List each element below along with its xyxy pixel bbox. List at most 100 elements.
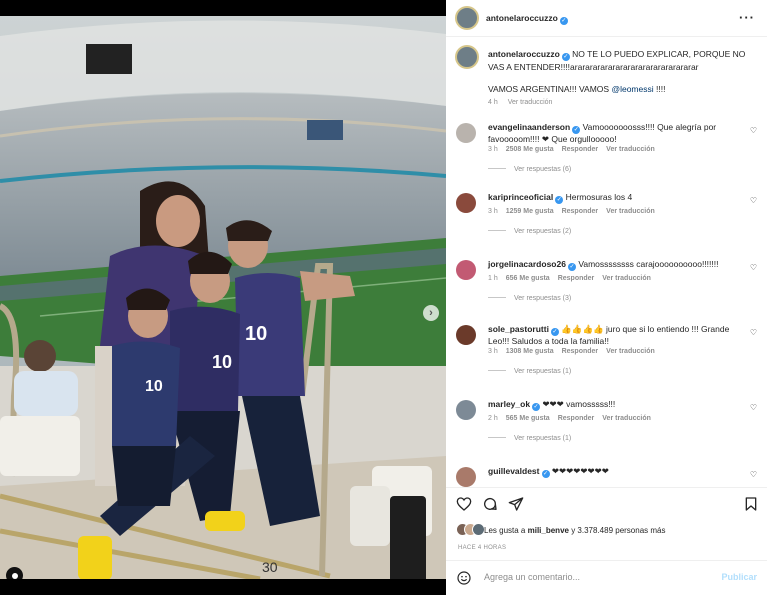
comment-time[interactable]: 3 h: [488, 348, 498, 355]
commenter-avatar[interactable]: [456, 325, 476, 345]
post-photo[interactable]: 30 10 10 10 ›: [0, 16, 446, 579]
commenter-avatar[interactable]: [456, 260, 476, 280]
chevron-right-icon: ›: [429, 307, 433, 319]
comment-like-heart-icon[interactable]: ♡: [750, 263, 757, 272]
commenter-username[interactable]: guillevaldest: [488, 466, 540, 476]
comment-meta: 1 h 656 Me gusta Responder Ver traducción: [488, 275, 659, 282]
post-sidebar: antonelaroccuzzo ✓ ··· antonelaroccuzzo ✓ …: [446, 0, 767, 595]
comment-likes[interactable]: 565 Me gusta: [506, 415, 550, 422]
caption-meta: 4 h Ver traducción: [488, 97, 756, 109]
comment-like-heart-icon[interactable]: ♡: [750, 196, 757, 205]
comment-meta: 2 h 565 Me gusta Responder Ver traducción: [488, 415, 659, 422]
stadium-photo-illustration: 30 10 10 10: [0, 16, 446, 579]
likes-user[interactable]: mili_benve: [528, 526, 569, 535]
reply-button[interactable]: Responder: [562, 208, 599, 215]
comment-translate[interactable]: Ver traducción: [602, 415, 651, 422]
view-replies-label[interactable]: Ver respuestas (1): [514, 435, 571, 442]
next-photo-button[interactable]: ›: [423, 305, 439, 321]
comment-text-block: jorgelinacardoso26 ✓ Vamossssssss carajoo…: [488, 259, 743, 271]
like-heart-icon[interactable]: [456, 496, 472, 512]
view-replies-label[interactable]: Ver respuestas (1): [514, 368, 571, 375]
commenter-username[interactable]: sole_pastorutti: [488, 324, 549, 334]
comment-likes[interactable]: 1259 Me gusta: [506, 208, 554, 215]
comment-like-heart-icon[interactable]: ♡: [750, 403, 757, 412]
reply-button[interactable]: Responder: [558, 275, 595, 282]
likes-summary: Les gusta a mili_benve y 3.378.489 perso…: [484, 526, 665, 535]
scoreboard: [307, 120, 343, 140]
commenter-username[interactable]: kariprinceoficial: [488, 192, 553, 202]
comment-translate[interactable]: Ver traducción: [606, 348, 655, 355]
comment-like-heart-icon[interactable]: ♡: [750, 328, 757, 337]
likes-count[interactable]: y 3.378.489 personas más: [571, 526, 665, 535]
reply-button[interactable]: Responder: [558, 415, 595, 422]
jersey-number-left: 10: [145, 378, 163, 395]
publish-button[interactable]: Publicar: [721, 572, 757, 582]
commenter-username[interactable]: jorgelinacardoso26: [488, 259, 566, 269]
commenter-avatar[interactable]: [456, 400, 476, 420]
verified-badge-icon: ✓: [572, 126, 581, 134]
verified-badge-icon: ✓: [550, 328, 559, 336]
photo-bottom-bar: [0, 579, 446, 595]
caption-mention[interactable]: @leomessi: [611, 84, 653, 94]
comment-translate[interactable]: Ver traducción: [602, 275, 651, 282]
comment-text-block: sole_pastorutti ✓ 👍👍👍👍 juro que si lo ent…: [488, 324, 743, 347]
view-replies-button[interactable]: Ver respuestas (6): [488, 166, 571, 173]
share-send-icon[interactable]: [508, 496, 524, 512]
reply-button[interactable]: Responder: [562, 146, 599, 153]
commenter-username[interactable]: marley_ok: [488, 399, 530, 409]
verified-badge-icon: ✓: [532, 403, 541, 411]
comment-input[interactable]: Agrega un comentario...: [484, 572, 580, 582]
caption-username[interactable]: antonelaroccuzzo: [488, 49, 560, 59]
comment-like-heart-icon[interactable]: ♡: [750, 470, 757, 479]
reply-button[interactable]: Responder: [562, 348, 599, 355]
verified-badge-icon: ✓: [555, 196, 564, 204]
comment-time[interactable]: 2 h: [488, 415, 498, 422]
commenter-avatar[interactable]: [456, 467, 476, 487]
comment-text-block: kariprinceoficial ✓ Hermosuras los 4: [488, 192, 743, 204]
comment-like-heart-icon[interactable]: ♡: [750, 126, 757, 135]
comment-likes[interactable]: 1308 Me gusta: [506, 348, 554, 355]
replies-line: [488, 297, 506, 298]
tagged-people-button[interactable]: [6, 567, 23, 579]
comment-bubble-icon[interactable]: [482, 496, 498, 512]
comment-translate[interactable]: Ver traducción: [606, 146, 655, 153]
author-name-row: antonelaroccuzzo ✓: [486, 13, 568, 25]
view-replies-button[interactable]: Ver respuestas (2): [488, 228, 571, 235]
comment-item: sole_pastorutti ✓ 👍👍👍👍 juro que si lo ent…: [446, 322, 767, 386]
commenter-username[interactable]: evangelinaanderson: [488, 122, 570, 132]
view-replies-label[interactable]: Ver respuestas (3): [514, 295, 571, 302]
commenter-avatar[interactable]: [456, 123, 476, 143]
add-comment-bar: Agrega un comentario... Publicar: [446, 560, 767, 593]
comment-meta: 3 h 2508 Me gusta Responder Ver traducción: [488, 146, 663, 153]
view-replies-label[interactable]: Ver respuestas (2): [514, 228, 571, 235]
verified-badge-icon: ✓: [541, 470, 550, 478]
view-replies-label[interactable]: Ver respuestas (6): [514, 166, 571, 173]
commenter-avatar[interactable]: [456, 193, 476, 213]
view-replies-button[interactable]: Ver respuestas (1): [488, 435, 571, 442]
save-bookmark-icon[interactable]: [743, 496, 759, 512]
caption-author-avatar[interactable]: [455, 45, 479, 69]
comment-likes[interactable]: 656 Me gusta: [506, 275, 550, 282]
post-age[interactable]: HACE 4 HORAS: [458, 545, 506, 551]
post-caption: antonelaroccuzzo ✓ NO TE LO PUEDO EXPLICA…: [446, 37, 767, 113]
emoji-picker-icon[interactable]: [456, 570, 472, 586]
caption-time[interactable]: 4 h: [488, 99, 498, 106]
comment-time[interactable]: 3 h: [488, 146, 498, 153]
more-options-icon[interactable]: ···: [739, 10, 755, 25]
comment-likes[interactable]: 2508 Me gusta: [506, 146, 554, 153]
replies-line: [488, 168, 506, 169]
comment-translate[interactable]: Ver traducción: [606, 208, 655, 215]
caption-see-translation[interactable]: Ver traducción: [508, 99, 553, 106]
view-replies-button[interactable]: Ver respuestas (3): [488, 295, 571, 302]
comment-time[interactable]: 3 h: [488, 208, 498, 215]
view-replies-button[interactable]: Ver respuestas (1): [488, 368, 571, 375]
author-avatar[interactable]: [455, 6, 479, 30]
author-username[interactable]: antonelaroccuzzo: [486, 13, 558, 23]
user-tag-icon: [11, 572, 18, 579]
post-actions-panel: Les gusta a mili_benve y 3.378.489 perso…: [446, 487, 767, 592]
instagram-post-window: 30 10 10 10 › antonelaroccuzzo ✓ ··· ant…: [0, 0, 767, 595]
comment-time[interactable]: 1 h: [488, 275, 498, 282]
spectator-head: [24, 340, 56, 372]
jersey-number-middle: 10: [212, 352, 232, 372]
replies-line: [488, 437, 506, 438]
